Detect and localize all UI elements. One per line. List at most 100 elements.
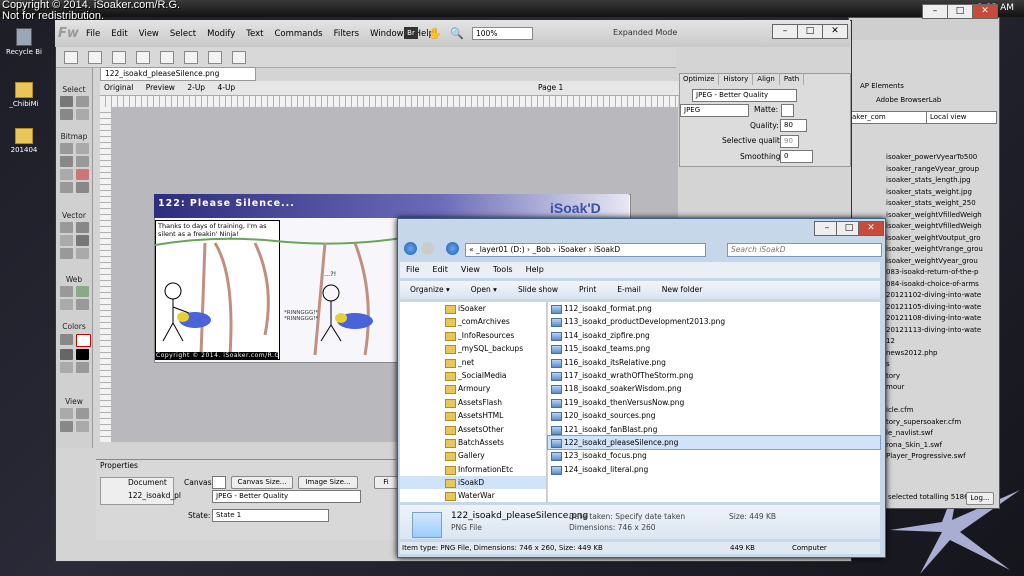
view-tab-original[interactable]: Original (104, 83, 133, 92)
bg-file-item[interactable]: isoaker_rangeVyear_group (886, 164, 996, 176)
explorer-command-button[interactable]: Open ▾ (471, 285, 497, 294)
view-tab-2up[interactable]: 2-Up (187, 83, 205, 92)
bg-file-item[interactable] (886, 394, 996, 406)
image-size-button[interactable]: Image Size... (298, 476, 358, 489)
page-selector[interactable]: Page 1 (538, 83, 563, 92)
folder-tree-item[interactable]: Armoury (400, 382, 546, 395)
bg-file-item[interactable]: tory_supersoaker.cfm (886, 417, 996, 429)
marquee-tool-icon[interactable] (60, 143, 73, 154)
file-list-item[interactable]: 120_isoakd_sources.png (548, 409, 880, 422)
file-list-item[interactable]: 121_isoakd_fanBlast.png (548, 423, 880, 436)
address-bar[interactable]: « _layer01 (D:) › _Bob › iSoaker › iSoak… (465, 243, 706, 257)
bg-tab-browserlab[interactable]: Adobe BrowserLab (876, 96, 941, 104)
freeform-tool-icon[interactable] (60, 248, 73, 259)
quality-input[interactable]: 80 (780, 119, 807, 132)
explorer-command-button[interactable]: Slide show (518, 285, 558, 294)
pointer-tool-icon[interactable] (60, 96, 73, 107)
bg-file-item[interactable]: isoaker_weightVyear_grou (886, 256, 996, 268)
view-tab-4up[interactable]: 4-Up (217, 83, 235, 92)
bg-close-button[interactable]: ✕ (972, 4, 998, 19)
folder-tree-item[interactable]: BatchAssets (400, 436, 546, 449)
file-list-item[interactable]: 118_isoakd_soakerWisdom.png (548, 382, 880, 395)
zoom-icon[interactable] (76, 421, 89, 432)
file-list-item[interactable]: 119_isoakd_thenVersusNow.png (548, 396, 880, 409)
new-file-icon[interactable] (64, 51, 78, 64)
full-screen-menu-icon[interactable] (76, 408, 89, 419)
stroke-color-swatch[interactable] (76, 334, 91, 347)
bg-site-select[interactable]: aker_com (848, 111, 927, 124)
document-tab[interactable]: 122_isoakd_pleaseSilence.png (100, 67, 256, 81)
explorer-command-button[interactable]: Organize ▾ (410, 285, 450, 294)
canvas-color-swatch[interactable] (212, 476, 226, 489)
fw-minimize-button[interactable]: – (772, 24, 798, 39)
menu-item-select[interactable]: Select (170, 29, 196, 39)
bg-log-button[interactable]: Log... (966, 492, 994, 505)
fw-maximize-button[interactable]: □ (797, 24, 823, 39)
bg-file-item[interactable]: le_navlist.swf (886, 428, 996, 440)
zoom-level-select[interactable]: 100% (472, 27, 533, 40)
menu-item-file[interactable]: File (86, 29, 100, 39)
folder-tree-item[interactable]: iSoaker (400, 302, 546, 315)
bg-file-item[interactable]: 12 (886, 336, 996, 348)
bg-view-select[interactable]: Local view (926, 111, 997, 124)
optimize-format-select[interactable]: JPEG (680, 104, 749, 117)
file-list-item[interactable]: 115_isoakd_teams.png (548, 342, 880, 355)
bg-file-item[interactable]: s (886, 359, 996, 371)
back-button[interactable] (404, 242, 417, 255)
workspace-switcher[interactable]: Expanded Mode (613, 28, 677, 37)
matte-color-swatch[interactable] (781, 104, 794, 117)
file-list-item[interactable]: 116_isoakd_itsRelative.png (548, 356, 880, 369)
bg-minimize-button[interactable]: – (922, 4, 948, 19)
view-tab-preview[interactable]: Preview (146, 83, 175, 92)
folder-tree-item[interactable]: WaterWar (400, 489, 546, 502)
print-icon[interactable] (184, 51, 198, 64)
ex-close-button[interactable]: ✕ (858, 221, 884, 236)
bg-file-item[interactable]: isoaker_weightVrange_grou (886, 244, 996, 256)
bg-file-item[interactable]: isoaker_weightVfilledWeigh (886, 210, 996, 222)
menu-item-text[interactable]: Text (246, 29, 263, 39)
fill-color-swatch[interactable] (76, 349, 89, 360)
bg-file-item[interactable]: isoaker_stats_length.jpg (886, 175, 996, 187)
bg-file-item[interactable]: 20121102-diving-into-wate (886, 290, 996, 302)
file-list-item[interactable]: 114_isoakd_zipfire.png (548, 329, 880, 342)
smoothing-select[interactable]: 0 (780, 150, 813, 163)
bg-file-item[interactable]: isoaker_weightVfilledWeigh (886, 221, 996, 233)
bg-file-item[interactable]: icle.cfm (886, 405, 996, 417)
bg-file-item[interactable]: 20121113-diving-into-wate (886, 325, 996, 337)
bg-file-item[interactable]: 083-isoakd-return-of-the-p (886, 267, 996, 279)
folder-tree-item[interactable]: AssetsFlash (400, 396, 546, 409)
bg-file-item[interactable]: isoaker_weightVoutput_gro (886, 233, 996, 245)
bg-file-item[interactable]: isoaker_stats_weight.jpg (886, 187, 996, 199)
default-colors-icon[interactable] (60, 362, 73, 373)
tab-path[interactable]: Path (780, 73, 805, 85)
hand-tool-icon[interactable]: ✋ (428, 27, 442, 40)
properties-tab[interactable]: Properties (100, 461, 138, 470)
bg-file-item[interactable]: isoaker_powerVyearTo500 (886, 152, 996, 164)
menu-item-modify[interactable]: Modify (207, 29, 235, 39)
optimize-preset-select[interactable]: JPEG - Better Quality (692, 89, 797, 102)
explorer-command-button[interactable]: Print (579, 285, 596, 294)
fw-close-button[interactable]: ✕ (822, 24, 848, 39)
folder-tree-item[interactable]: Gallery (400, 449, 546, 462)
desktop-icon-chibimi[interactable]: _ChibiMi (4, 82, 44, 108)
bg-file-item[interactable]: news2012.php (886, 348, 996, 360)
magic-wand-icon[interactable] (60, 156, 73, 167)
blur-tool-icon[interactable] (60, 182, 73, 193)
paint-bucket-icon[interactable] (60, 349, 73, 360)
scale-tool-icon[interactable] (60, 109, 73, 120)
standard-screen-mode-icon[interactable] (60, 408, 73, 419)
explorer-command-button[interactable]: New folder (662, 285, 703, 294)
explorer-menu-help[interactable]: Help (526, 265, 544, 274)
crop-tool-icon[interactable] (76, 109, 89, 120)
up-folder-icon[interactable] (446, 242, 459, 255)
rubber-stamp-icon[interactable] (76, 182, 89, 193)
tab-align[interactable]: Align (753, 73, 780, 85)
open-file-icon[interactable] (88, 51, 102, 64)
bg-file-item[interactable]: mour (886, 382, 996, 394)
bg-file-item[interactable]: 20121108-diving-into-wate (886, 313, 996, 325)
state-select[interactable]: State 1 (212, 509, 329, 522)
menu-item-window[interactable]: Window (370, 29, 404, 39)
folder-tree-item[interactable]: _mySQL_backups (400, 342, 546, 355)
subselect-tool-icon[interactable] (76, 96, 89, 107)
file-list-item[interactable]: 112_isoakd_format.png (548, 302, 880, 315)
